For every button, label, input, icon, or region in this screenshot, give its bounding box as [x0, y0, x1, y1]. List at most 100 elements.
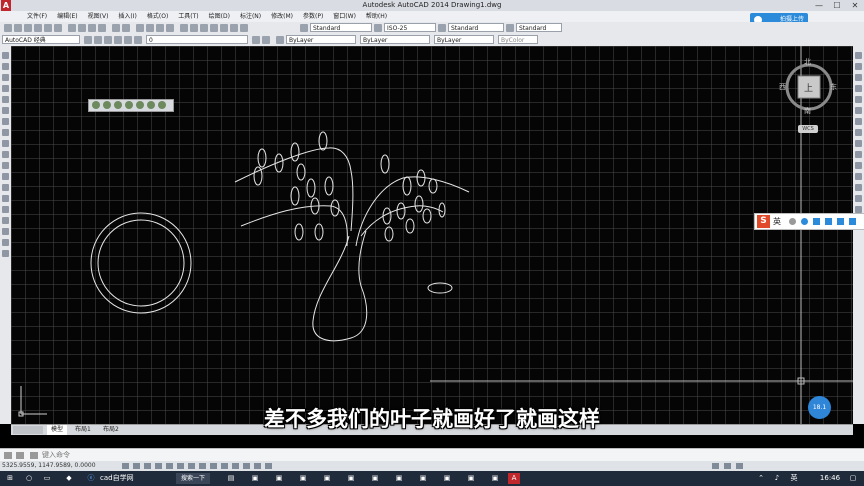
leaf[interactable]	[296, 163, 306, 181]
small-ellipse[interactable]	[427, 282, 453, 294]
rotate-icon[interactable]	[855, 118, 862, 125]
command-line[interactable]: 键入命令	[0, 448, 864, 462]
ime-language[interactable]: 英	[773, 214, 781, 229]
copy-icon[interactable]	[78, 24, 86, 32]
arc-icon[interactable]	[2, 107, 9, 114]
multiline-text-icon[interactable]	[2, 250, 9, 257]
leaf[interactable]	[294, 223, 304, 241]
ortho-mode-icon[interactable]	[155, 463, 162, 469]
pinned-app-icon[interactable]: ▣	[322, 473, 332, 484]
menu-view[interactable]: 视图(V)	[83, 11, 114, 22]
menu-dimension[interactable]: 标注(N)	[235, 11, 266, 22]
menu-parametric[interactable]: 参数(P)	[298, 11, 328, 22]
quickcalc-icon[interactable]	[230, 24, 238, 32]
move-icon[interactable]	[855, 107, 862, 114]
scale-icon[interactable]	[855, 129, 862, 136]
multileader-style-combo[interactable]: Standard	[516, 23, 562, 32]
leaf[interactable]	[380, 154, 390, 174]
polar-tracking-icon[interactable]	[166, 463, 173, 469]
toolbox-icon[interactable]	[849, 218, 856, 225]
leaf[interactable]	[314, 223, 324, 241]
line-icon[interactable]	[2, 52, 9, 59]
trim-icon[interactable]	[855, 151, 862, 158]
ime-toolbar[interactable]: S 英	[754, 213, 864, 230]
leaf[interactable]	[330, 199, 340, 217]
leaf[interactable]	[324, 176, 334, 196]
stretch-icon[interactable]	[855, 140, 862, 147]
markup-icon[interactable]	[220, 24, 228, 32]
menu-draw[interactable]: 绘图(D)	[204, 11, 235, 22]
extend-icon[interactable]	[855, 162, 862, 169]
refresh-icon[interactable]	[158, 101, 166, 109]
dynamic-ucs-icon[interactable]	[210, 463, 217, 469]
search-icon[interactable]: ○	[24, 473, 34, 484]
publish-icon[interactable]	[54, 24, 62, 32]
viewcube-top[interactable]: 上	[804, 81, 813, 94]
close-cmd-icon[interactable]	[4, 452, 12, 459]
pinned-app-icon[interactable]: ▣	[346, 473, 356, 484]
help-icon[interactable]	[240, 24, 248, 32]
leaf[interactable]	[290, 142, 300, 162]
leaf[interactable]	[396, 202, 406, 220]
copy-object-icon[interactable]	[855, 63, 862, 70]
leaf[interactable]	[405, 218, 415, 234]
lineweight-icon[interactable]	[232, 463, 239, 469]
menu-insert[interactable]: 插入(I)	[113, 11, 141, 22]
pan-icon[interactable]	[136, 24, 144, 32]
array-icon[interactable]	[855, 96, 862, 103]
point-icon[interactable]	[2, 195, 9, 202]
pan-tool-icon[interactable]	[136, 101, 144, 109]
menu-modify[interactable]: 修改(M)	[266, 11, 298, 22]
viewcube-north[interactable]: 北	[804, 57, 811, 67]
pinned-app-icon[interactable]: ▣	[250, 473, 260, 484]
object-snap-icon[interactable]	[177, 463, 184, 469]
layer-combo[interactable]: 0	[146, 35, 248, 44]
explorer-icon[interactable]: ▤	[226, 473, 236, 484]
hatch-icon[interactable]	[2, 206, 9, 213]
leaf[interactable]	[414, 195, 424, 213]
viewcube[interactable]: 北 南 东 西 上 WCS	[779, 55, 842, 135]
sun-icon[interactable]	[124, 36, 132, 44]
leaf[interactable]	[428, 178, 438, 194]
spline-icon[interactable]	[2, 140, 9, 147]
match-properties-icon[interactable]	[98, 24, 106, 32]
menu-help[interactable]: 帮助(H)	[361, 11, 392, 22]
leaf[interactable]	[253, 166, 263, 186]
maximize-button[interactable]: ☐	[828, 0, 846, 11]
table-icon[interactable]	[2, 239, 9, 246]
offset-icon[interactable]	[855, 85, 862, 92]
tray-clock[interactable]: 16:46	[818, 473, 842, 484]
pinned-app-icon[interactable]: ▣	[418, 473, 428, 484]
redo-icon[interactable]	[122, 24, 130, 32]
polygon-icon[interactable]	[2, 85, 9, 92]
linetype-combo[interactable]: ByLayer	[360, 35, 430, 44]
make-block-icon[interactable]	[2, 184, 9, 191]
punctuation-icon[interactable]	[789, 218, 796, 225]
pinned-app-icon[interactable]: ▣	[298, 473, 308, 484]
make-current-layer-icon[interactable]	[252, 36, 260, 44]
pinned-app-icon[interactable]: ▣	[466, 473, 476, 484]
lock-icon[interactable]	[134, 36, 142, 44]
join-icon[interactable]	[855, 184, 862, 191]
layer-previous-icon[interactable]	[262, 36, 270, 44]
construction-line-icon[interactable]	[2, 63, 9, 70]
dim-style-combo[interactable]: ISO-25	[384, 23, 436, 32]
leaf[interactable]	[416, 169, 426, 187]
mirror-icon[interactable]	[855, 74, 862, 81]
chamfer-icon[interactable]	[855, 195, 862, 202]
customize-cmd-icon[interactable]	[16, 452, 24, 459]
zoom-extents-icon[interactable]	[125, 101, 133, 109]
cut-icon[interactable]	[68, 24, 76, 32]
leaf[interactable]	[402, 176, 412, 196]
color-combo[interactable]: ByLayer	[286, 35, 356, 44]
break-icon[interactable]	[855, 173, 862, 180]
lineweight-combo[interactable]: ByLayer	[434, 35, 494, 44]
menu-tools[interactable]: 工具(T)	[173, 11, 203, 22]
table-style-combo[interactable]: Standard	[448, 23, 504, 32]
tool-palettes-icon[interactable]	[200, 24, 208, 32]
tree-trunk[interactable]	[312, 230, 368, 342]
ring-outer-circle[interactable]	[90, 212, 192, 314]
polyline-icon[interactable]	[2, 74, 9, 81]
pinned-app-icon[interactable]: ▣	[394, 473, 404, 484]
viewcube-south[interactable]: 南	[804, 106, 811, 116]
